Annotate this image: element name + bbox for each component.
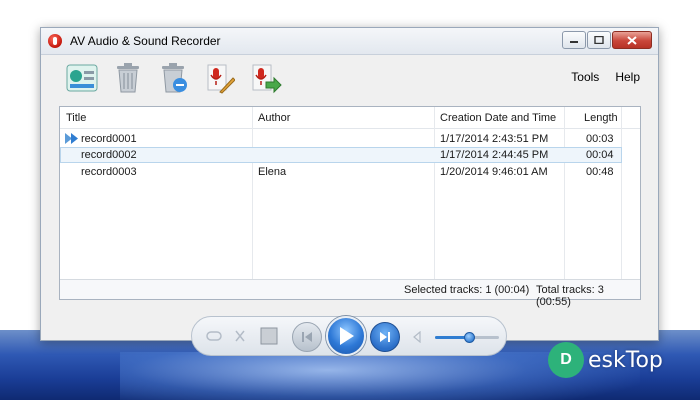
track-title: record0002 (81, 149, 137, 161)
menu-bar: Tools Help (571, 70, 640, 84)
table-row[interactable]: record0001 1/17/2014 2:43:51 PM 00:03 (60, 131, 622, 147)
column-length[interactable]: Length (584, 112, 618, 124)
track-author: Elena (258, 166, 287, 178)
table-row[interactable]: record0003 Elena 1/20/2014 9:46:01 AM 00… (60, 164, 622, 180)
previous-icon (302, 332, 312, 342)
volume-button[interactable] (412, 331, 422, 343)
track-list: Title Author Creation Date and Time Leng… (59, 106, 641, 308)
watermark-text: eskTop (588, 347, 663, 373)
track-date: 1/17/2014 2:43:51 PM (440, 133, 549, 145)
total-tracks-status: Total tracks: 3 (00:55) (536, 284, 604, 308)
stop-button[interactable] (260, 327, 278, 345)
new-record-icon (66, 64, 98, 92)
export-icon (252, 64, 282, 94)
column-date[interactable]: Creation Date and Time (440, 112, 556, 124)
selected-tracks-status: Selected tracks: 1 (00:04) (404, 284, 530, 296)
minimize-icon (570, 41, 578, 43)
previous-button[interactable] (292, 322, 322, 352)
window-controls (562, 31, 652, 49)
watermark-logo-icon: D (548, 342, 584, 378)
track-length: 00:04 (586, 149, 614, 161)
track-date: 1/17/2014 2:44:45 PM (440, 149, 549, 161)
maximize-button[interactable] (587, 31, 611, 49)
track-title: record0003 (81, 166, 137, 178)
delete-button[interactable] (111, 61, 145, 95)
menu-help[interactable]: Help (615, 70, 640, 84)
delete-icon (117, 63, 139, 93)
window-title: AV Audio & Sound Recorder (70, 34, 221, 48)
edit-record-button[interactable] (203, 61, 237, 95)
track-date: 1/20/2014 9:46:01 AM (440, 166, 548, 178)
player-controls (191, 316, 507, 356)
next-button[interactable] (370, 322, 400, 352)
table-row[interactable]: record0002 1/17/2014 2:44:45 PM 00:04 (60, 147, 622, 163)
speaker-icon (413, 331, 421, 343)
minimize-button[interactable] (562, 31, 586, 49)
new-record-button[interactable] (65, 61, 99, 95)
column-author[interactable]: Author (258, 112, 290, 124)
title-bar[interactable]: AV Audio & Sound Recorder (41, 28, 658, 55)
list-header: Title Author Creation Date and Time Leng… (60, 107, 640, 129)
repeat-button[interactable] (206, 330, 222, 342)
watermark: D eskTop (548, 342, 663, 378)
close-icon (627, 35, 637, 45)
app-logo-icon (48, 34, 62, 48)
export-button[interactable] (249, 61, 283, 95)
column-title[interactable]: Title (66, 112, 86, 124)
record-edit-icon (207, 64, 235, 94)
volume-slider[interactable] (435, 332, 499, 343)
shuffle-button[interactable] (234, 329, 246, 343)
delete-all-icon (162, 63, 187, 93)
maximize-icon (594, 36, 604, 44)
toolbar: Tools Help (41, 56, 658, 100)
track-length: 00:48 (586, 166, 614, 178)
volume-slider-handle[interactable] (463, 332, 475, 343)
now-playing-icon (65, 133, 78, 144)
play-button[interactable] (326, 316, 366, 356)
shuffle-icon (235, 330, 245, 342)
track-title: record0001 (81, 133, 137, 145)
app-window: AV Audio & Sound Recorder Tools Help Tit… (40, 27, 659, 356)
status-bar: Selected tracks: 1 (00:04) Total tracks:… (60, 279, 640, 308)
repeat-icon (206, 331, 222, 341)
track-length: 00:03 (586, 133, 614, 145)
play-icon (340, 327, 354, 345)
next-icon (380, 332, 390, 342)
menu-tools[interactable]: Tools (571, 70, 599, 84)
stop-icon (260, 327, 278, 345)
delete-all-button[interactable] (157, 61, 191, 95)
close-button[interactable] (612, 31, 652, 49)
